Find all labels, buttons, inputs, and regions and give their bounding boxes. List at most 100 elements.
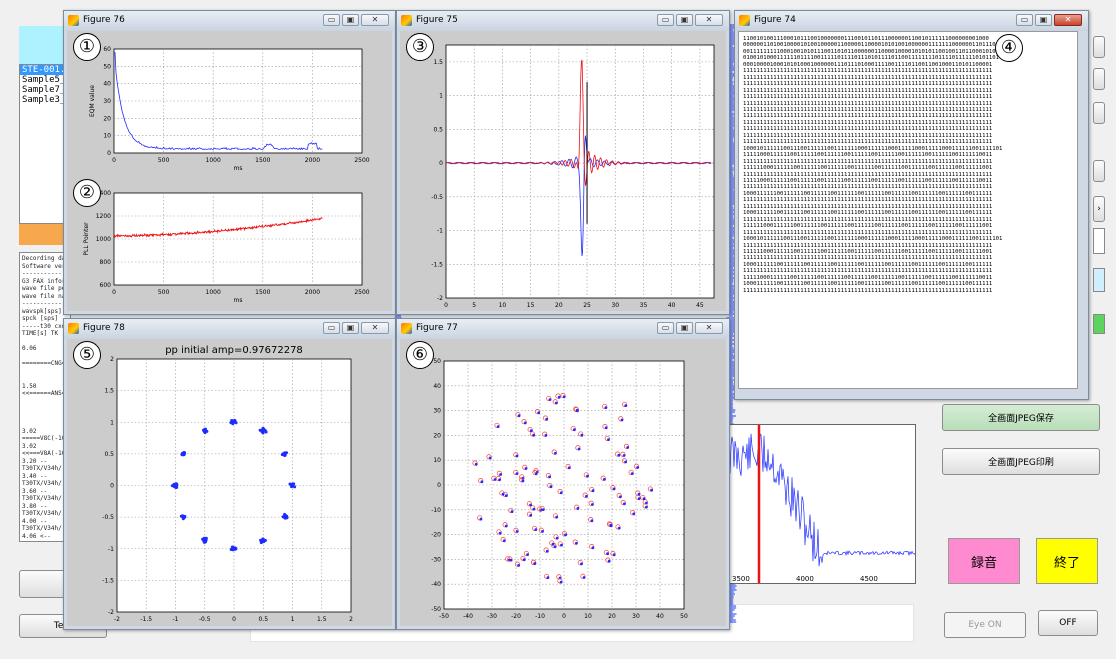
close-icon[interactable]: ✕: [1054, 14, 1082, 26]
y-tick-label: -1.5: [102, 577, 114, 584]
quit-button[interactable]: 終了: [1036, 538, 1098, 584]
bg-side-field[interactable]: [1093, 228, 1105, 254]
scatter-point-blue: [493, 478, 497, 481]
off-button[interactable]: OFF: [1038, 610, 1098, 636]
scatter-point-blue: [505, 494, 508, 497]
spectrum-plot: [728, 424, 916, 584]
scatter-point-blue: [604, 426, 608, 430]
bg-button-left[interactable]: [19, 570, 69, 598]
x-tick-label: 45: [696, 302, 704, 309]
x-tick-label: 5: [472, 302, 476, 309]
y-tick-label: 0.5: [433, 126, 443, 133]
log-line: 4.00 --: [22, 517, 48, 525]
scatter-point-blue: [524, 467, 528, 470]
figure-78-window[interactable]: Figure 78 ▭ ▣ ✕ -2 -1.5 -1 -0.5 0 0.5 1 1.5 2 -2 -1.…: [63, 318, 396, 630]
maximize-icon[interactable]: ▣: [676, 14, 693, 26]
figure-74-titlebar[interactable]: Figure 74 ▭ ▣ ✕: [735, 11, 1088, 31]
scatter-point-blue: [544, 434, 548, 437]
scatter-point-blue: [612, 553, 616, 557]
scatter-point-blue: [498, 531, 502, 535]
scatter-point-blue: [567, 466, 571, 470]
log-line: spck [sps]: [22, 315, 59, 322]
figure-76-window[interactable]: Figure 76 ▭ ▣ ✕ 0 500 1000 1500 2000 2500 0 10 20 3…: [63, 10, 396, 315]
figure-75-titlebar[interactable]: Figure 75 ▭ ▣ ✕: [397, 11, 729, 31]
figure-78-client: -2 -1.5 -1 -0.5 0 0.5 1 1.5 2 -2 -1.5 -1 -0.5 0 0.5 1 1.…: [67, 339, 392, 626]
scatter-point-blue: [619, 495, 622, 499]
close-icon[interactable]: ✕: [361, 14, 389, 26]
maximize-icon[interactable]: ▣: [342, 322, 359, 334]
log-line: -----t30 cxd: [22, 322, 66, 330]
scatter-point-blue: [499, 473, 502, 476]
scatter-point-blue: [521, 479, 525, 483]
scatter-point-blue: [548, 398, 552, 401]
minimize-icon[interactable]: ▭: [657, 14, 674, 26]
x-tick-label: 1000: [206, 157, 221, 164]
constellation-point: [264, 430, 268, 434]
constellation-point: [233, 420, 237, 424]
scatter-point-blue: [564, 533, 567, 537]
close-icon[interactable]: ✕: [695, 322, 723, 334]
log-line: T30TX/V34h/: [22, 510, 62, 517]
x-tick-label: 0: [232, 616, 236, 623]
figure-74-window[interactable]: Figure 74 ▭ ▣ ✕ 11001010011100010111001000…: [734, 10, 1089, 400]
scatter-point-blue: [575, 541, 578, 545]
x-tick-label: -2: [114, 616, 120, 623]
maximize-icon[interactable]: ▣: [676, 322, 693, 334]
scatter-point-blue: [526, 553, 529, 556]
print-jpeg-button[interactable]: 全画面JPEG印刷: [942, 448, 1100, 475]
scatter-point-blue: [560, 543, 563, 547]
x-tick-label: 500: [158, 289, 170, 296]
maximize-icon[interactable]: ▣: [342, 14, 359, 26]
maximize-icon[interactable]: ▣: [1035, 14, 1052, 26]
scatter-point-blue: [620, 418, 624, 422]
eye-on-label: Eye ON: [968, 620, 1002, 630]
y-tick-label: -0.5: [102, 514, 114, 521]
bg-side-button[interactable]: [1093, 36, 1105, 58]
x-tick-label: 1.5: [317, 616, 327, 623]
bg-side-button[interactable]: [1093, 102, 1105, 124]
scatter-point-blue: [554, 451, 557, 455]
constellation-point: [283, 516, 287, 520]
minimize-icon[interactable]: ▭: [323, 322, 340, 334]
scatter-point-blue: [555, 401, 558, 405]
figure-77-window[interactable]: Figure 77 ▭ ▣ ✕ -50 -40 -30 -20 -10 0 10 20 30 40 50…: [396, 318, 730, 630]
bg-side-button[interactable]: [1093, 68, 1105, 90]
figure-74-client: 1100101001110001011100100000001110010110…: [738, 31, 1078, 389]
bg-side-button[interactable]: [1093, 160, 1105, 182]
minimize-icon[interactable]: ▭: [1016, 14, 1033, 26]
log-line: 0.06: [22, 345, 37, 352]
log-line: T30TX/V34h/: [22, 465, 62, 472]
y-tick-label: 10: [103, 133, 111, 140]
scatter-point-blue: [603, 478, 606, 481]
minimize-icon[interactable]: ▭: [657, 322, 674, 334]
scatter-point-blue: [650, 488, 653, 492]
scatter-point-blue: [582, 576, 586, 579]
minimize-icon[interactable]: ▭: [323, 14, 340, 26]
scatter-point-blue: [534, 472, 538, 476]
log-line: <<===V8A(-10: [22, 450, 66, 457]
y-tick-label: -1: [108, 546, 114, 553]
eqm-ylabel: EQM value: [89, 85, 96, 117]
eye-on-button[interactable]: Eye ON: [944, 612, 1026, 638]
figure-77-plot: -50 -40 -30 -20 -10 0 10 20 30 40 50 -50 -40 -30 -20 -1…: [431, 358, 688, 620]
figure-76-client: 0 500 1000 1500 2000 2500 0 10 20 30 40 50 60 EQM val…: [67, 31, 392, 311]
figure-76-titlebar[interactable]: Figure 76 ▭ ▣ ✕: [64, 11, 395, 31]
record-button[interactable]: 録音: [948, 538, 1020, 584]
x-tick-label: 2500: [354, 289, 369, 296]
close-icon[interactable]: ✕: [361, 322, 389, 334]
x-tick-label: 2500: [354, 157, 369, 164]
scatter-point-blue: [557, 395, 561, 399]
figure-78-titlebar[interactable]: Figure 78 ▭ ▣ ✕: [64, 319, 395, 339]
constellation-point: [281, 452, 285, 456]
x-tick-label: 1500: [255, 289, 270, 296]
figure-75-window[interactable]: Figure 75 ▭ ▣ ✕ 0 5 10 15 20 25 30 35 40 45 -2 -1.5 -1…: [396, 10, 730, 315]
x-tick-label: -20: [511, 613, 521, 620]
y-tick-label: 20: [433, 432, 441, 439]
save-jpeg-button[interactable]: 全画面JPEG保存: [942, 404, 1100, 431]
close-icon[interactable]: ✕: [695, 14, 723, 26]
scroll-right-arrow[interactable]: ›: [1093, 196, 1105, 222]
log-line: 3.80 --: [22, 502, 48, 510]
figure-77-titlebar[interactable]: Figure 77 ▭ ▣ ✕: [397, 319, 729, 339]
constellation-point: [258, 428, 262, 432]
